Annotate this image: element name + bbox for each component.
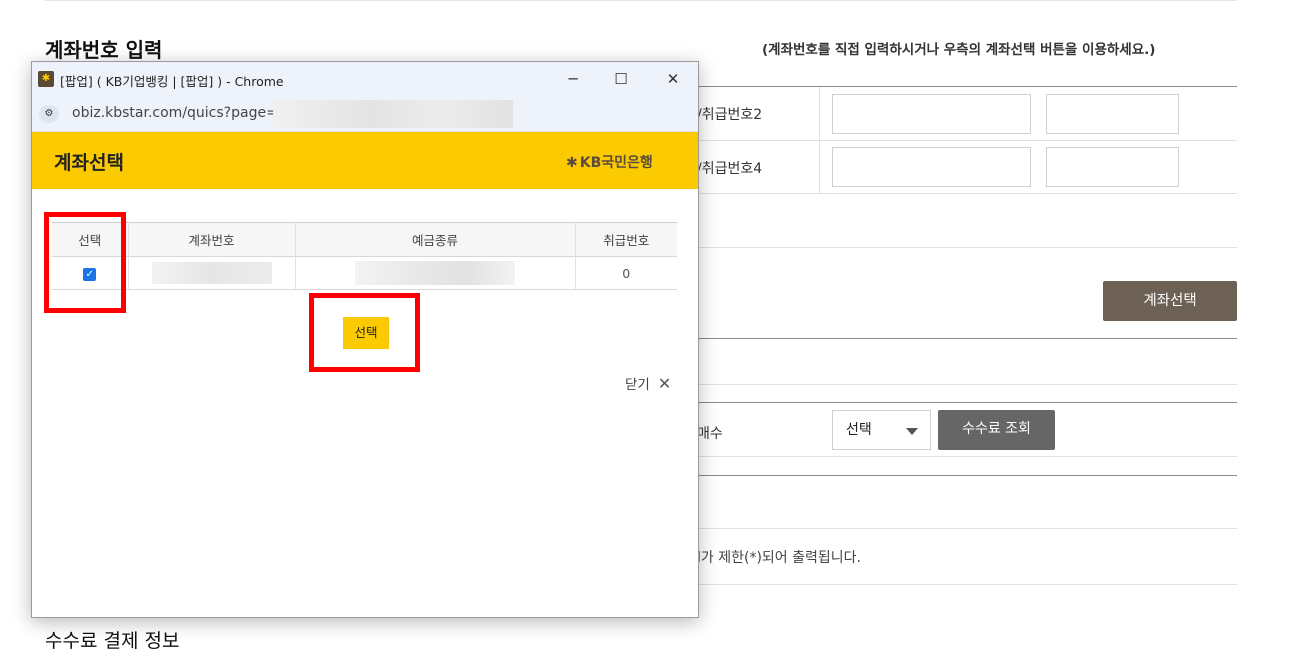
handling-input-2[interactable] — [1046, 94, 1179, 134]
count-select-value: 선택 — [846, 422, 872, 438]
kb-bank-logo-text: KB국민은행 — [579, 155, 653, 171]
count-label: 매수 — [697, 426, 723, 442]
deposit-type-redacted — [355, 261, 515, 285]
row-divider — [697, 193, 1237, 194]
highlight-select-button — [309, 293, 420, 372]
row-divider — [697, 528, 1237, 529]
highlight-checkbox-column — [44, 212, 126, 313]
fee-lookup-button[interactable]: 수수료 조회 — [938, 410, 1055, 450]
table-header-handling-number: 취급번호 — [574, 222, 677, 257]
kb-app-icon: ✱ — [38, 71, 54, 87]
field-label-handling-4: /취급번호4 — [697, 161, 763, 177]
chevron-down-icon — [906, 428, 918, 435]
popup-url[interactable]: obiz.kbstar.com/quics?page= — [72, 105, 278, 121]
row-divider — [697, 456, 1237, 457]
window-close-icon[interactable]: ✕ — [661, 67, 685, 91]
section-divider — [697, 475, 1237, 476]
account-table: 선택 계좌번호 예금종류 취급번호 ✓ 0 — [52, 222, 677, 290]
field-label-handling-2: /취급번호2 — [697, 107, 763, 123]
section-title-fee: 수수료 결제 정보 — [45, 630, 180, 652]
count-select[interactable]: 선택 — [832, 410, 931, 450]
popup-close-link[interactable]: 닫기 ✕ — [625, 373, 671, 393]
row-divider — [697, 584, 1237, 585]
section-title-account: 계좌번호 입력 — [45, 38, 163, 62]
url-redacted — [273, 100, 513, 128]
row-divider — [697, 384, 1237, 385]
row-divider — [697, 247, 1237, 248]
restriction-note: l가 제한(*)되어 출력됩니다. — [697, 550, 861, 566]
row-divider — [697, 140, 1237, 141]
minimize-icon[interactable]: ─ — [561, 67, 585, 91]
top-divider — [45, 0, 1237, 1]
section-divider — [697, 338, 1237, 339]
table-row[interactable]: ✓ 0 — [52, 256, 677, 290]
account-input-3[interactable] — [832, 94, 1031, 134]
handling-number-cell: 0 — [574, 256, 677, 290]
table-header-deposit-type: 예금종류 — [294, 222, 575, 257]
account-input-4[interactable] — [832, 147, 1031, 187]
account-select-button[interactable]: 계좌선택 — [1103, 281, 1237, 321]
maximize-icon[interactable]: ☐ — [609, 67, 633, 91]
close-icon: ✕ — [657, 374, 672, 393]
table-header-account-number: 계좌번호 — [127, 222, 295, 257]
popup-header: 계좌선택 ✱ KB국민은행 — [32, 132, 698, 189]
kb-bank-logo: ✱ KB국민은행 — [566, 152, 653, 172]
popup-titlebar: ✱ [팝업] ( KB기업뱅킹 | [팝업] ) - Chrome ─ ☐ ✕ — [32, 62, 698, 96]
popup-address-bar: ⚙ obiz.kbstar.com/quics?page= — [32, 96, 698, 132]
account-number-redacted — [151, 262, 272, 284]
site-settings-icon[interactable]: ⚙ — [39, 105, 59, 123]
close-label: 닫기 — [625, 377, 650, 393]
section-divider — [697, 402, 1237, 403]
popup-title: 계좌선택 — [54, 152, 124, 174]
popup-window-title: [팝업] ( KB기업뱅킹 | [팝업] ) - Chrome — [60, 74, 284, 89]
handling-input-4[interactable] — [1046, 147, 1179, 187]
kb-star-icon: ✱ — [566, 155, 578, 171]
account-hint-text: (계좌번호를 직접 입력하시거나 우측의 계좌선택 버튼을 이용하세요.) — [762, 42, 1156, 58]
